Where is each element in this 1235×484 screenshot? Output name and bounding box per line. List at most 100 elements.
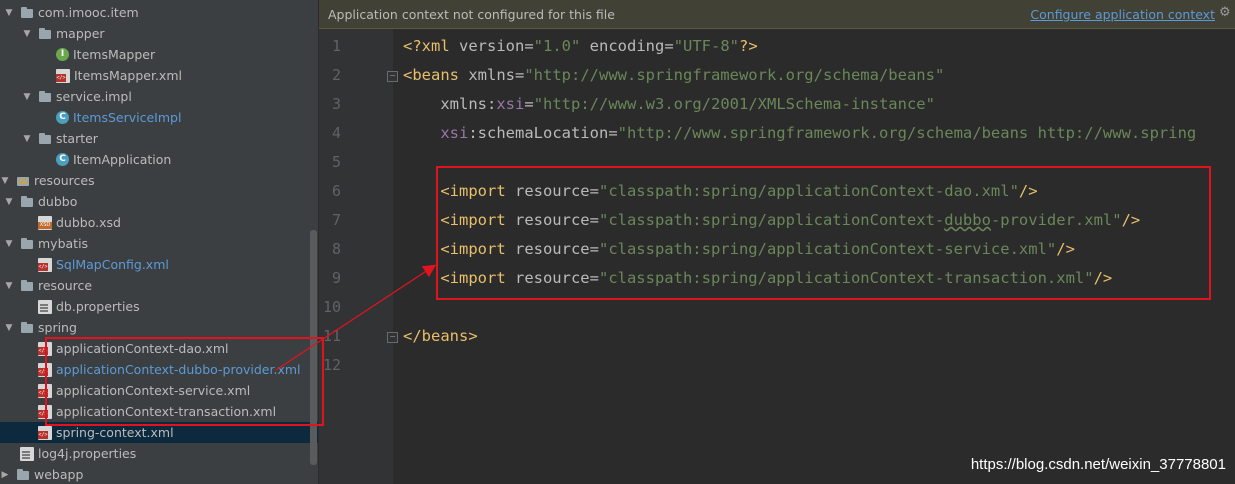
tree-item[interactable]: ▼ starter [0,128,308,149]
code-token: :schemaLocation [468,124,609,142]
tree-item[interactable]: ▼ spring [0,317,308,338]
line-number: 10 [322,298,341,316]
tree-item[interactable]: dubbo.xsd [0,212,308,233]
code-token: encoding [580,37,665,55]
tree-item-label: dubbo.xsd [56,215,121,230]
line-number: 2 [331,66,341,84]
tree-item-label: spring-context.xml [56,425,174,440]
tree-item-label: ItemApplication [73,152,172,167]
code-highlight-box [436,166,1211,300]
tree-item[interactable]: ▼ com.imooc.item [0,2,308,23]
tree-item[interactable]: ▼ mybatis [0,233,308,254]
line-number: 6 [331,182,341,200]
chevron-right-icon[interactable]: ▶ [0,470,10,480]
tree-item-label: webapp [34,467,84,482]
folder-icon [20,6,34,20]
tree-item[interactable]: ItemsMapper [0,44,308,65]
code-token: : [487,95,497,113]
code-line[interactable]: xsi:schemaLocation="http://www.springfra… [403,119,1196,148]
tree-item[interactable]: ItemApplication [0,149,308,170]
code-token: version [459,37,525,55]
chevron-down-icon[interactable]: ▼ [4,281,14,291]
code-line[interactable]: xmlns:xsi="http://www.w3.org/2001/XMLSch… [403,90,935,119]
line-number: 4 [331,124,341,142]
tree-item[interactable]: ▼ resource [0,275,308,296]
code-token: = [608,124,618,142]
line-number: 12 [322,356,341,374]
chevron-down-icon[interactable]: ▼ [22,29,32,39]
folder-icon [20,279,34,293]
tree-item[interactable]: ItemsMapper.xml [0,65,308,86]
xml-file-icon [38,425,52,440]
chevron-down-icon[interactable]: ▼ [4,8,14,18]
chevron-down-icon[interactable]: ▼ [4,239,14,249]
chevron-down-icon[interactable]: ▼ [22,134,32,144]
chevron-down-icon[interactable]: ▼ [0,176,10,186]
tree-item-label: resource [38,278,93,293]
tree-item-label: service.impl [56,89,132,104]
tree-item-label: mapper [56,26,105,41]
tree-item[interactable]: ▶ webapp [0,464,308,484]
tree-item-label: resources [34,173,95,188]
folder-icon [20,237,34,251]
tree-item[interactable]: log4j.properties [0,443,308,464]
tree-item[interactable]: ▼ resources [0,170,308,191]
chevron-down-icon[interactable]: ▼ [4,197,14,207]
fold-marker-icon[interactable]: − [387,332,398,343]
code-token: "http://www.springframework.org/schema/b… [617,124,1197,142]
folder-icon [38,90,52,104]
line-number: 3 [331,95,341,113]
folder-icon [20,321,34,335]
tree-item-label: ItemsMapper [73,47,156,62]
tree-item-label: ItemsMapper.xml [74,68,182,83]
tree-item-label: com.imooc.item [38,5,139,20]
tree-item[interactable]: SqlMapConfig.xml [0,254,308,275]
watermark: https://blog.csdn.net/weixin_37778801 [970,456,1226,473]
folder-icon [38,132,52,146]
code-token: <?xml [403,37,459,55]
code-token: = [664,37,674,55]
tree-item-label: db.properties [56,299,140,314]
code-token: ?> [739,37,758,55]
code-token: xsi [496,95,525,113]
code-line[interactable]: </beans> [403,322,478,351]
tree-item-label: dubbo [38,194,78,209]
tree-item[interactable]: db.properties [0,296,308,317]
line-number: 5 [331,153,341,171]
fold-marker-icon[interactable]: − [387,71,398,82]
tree-item-label: spring [38,320,77,335]
xml-file-icon [38,257,52,272]
code-token: xmlns [403,95,487,113]
tree-item-label: log4j.properties [38,446,137,461]
context-banner: Application context not configured for t… [319,0,1235,29]
tree-item-label: ItemsServiceImpl [73,110,182,125]
tree-item[interactable]: ▼ dubbo [0,191,308,212]
tree-item-label: mybatis [38,236,89,251]
folder-icon [38,27,52,41]
code-token: "http://www.w3.org/2001/XMLSchema-instan… [533,95,935,113]
code-token: = [524,37,534,55]
tree-highlight-box [45,337,324,426]
line-number: 1 [331,37,341,55]
line-number: 9 [331,269,341,287]
properties-file-icon [38,299,52,314]
configure-context-link[interactable]: Configure application context [1030,7,1215,22]
code-token: </beans> [403,327,478,345]
resources-folder-icon [16,174,30,188]
tree-item[interactable]: ItemsServiceImpl [0,107,308,128]
banner-message: Application context not configured for t… [328,7,615,22]
folder-icon [20,195,34,209]
chevron-down-icon[interactable]: ▼ [22,92,32,102]
line-number: 7 [331,211,341,229]
code-token: = [515,66,525,84]
code-line[interactable]: <beans xmlns="http://www.springframework… [403,61,944,90]
gear-icon[interactable]: ⚙ [1219,6,1232,19]
chevron-down-icon[interactable]: ▼ [4,323,14,333]
tree-item[interactable]: ▼ service.impl [0,86,308,107]
folder-icon [16,468,30,482]
tree-item[interactable]: ▼ mapper [0,23,308,44]
xml-file-icon [56,68,70,83]
tree-item-label: SqlMapConfig.xml [56,257,169,272]
code-line[interactable]: <?xml version="1.0" encoding="UTF-8"?> [403,32,758,61]
